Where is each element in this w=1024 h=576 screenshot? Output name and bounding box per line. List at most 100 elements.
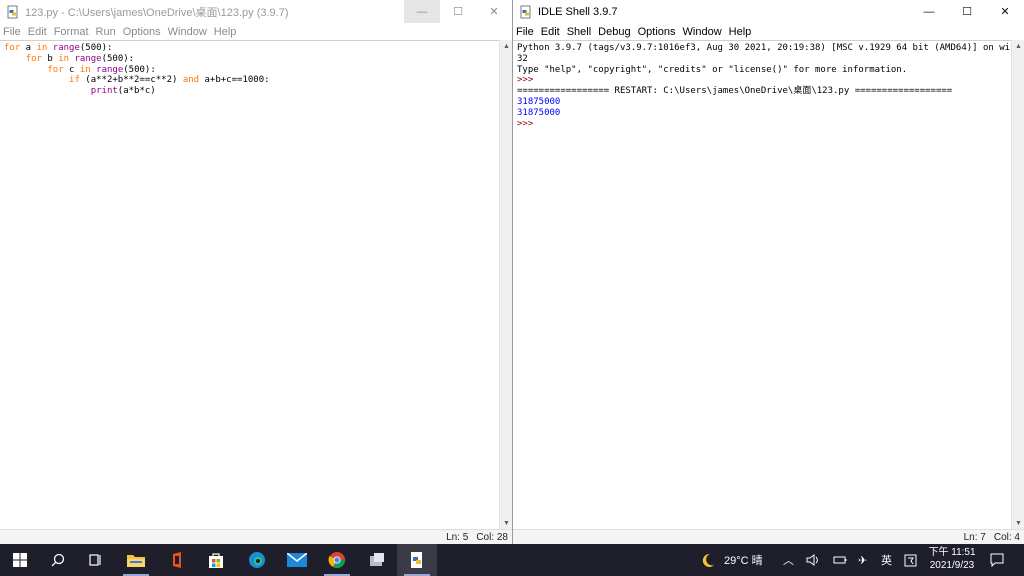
search-button[interactable]	[38, 544, 78, 576]
shell-menu-file[interactable]: File	[516, 26, 534, 38]
shell-titlebar[interactable]: IDLE Shell 3.9.7 — ☐ ✕	[513, 0, 1024, 23]
shell-window[interactable]: IDLE Shell 3.9.7 — ☐ ✕ File Edit Shell D…	[512, 0, 1024, 544]
shell-status-line: Ln: 7	[963, 531, 986, 543]
shell-text-area[interactable]: Python 3.9.7 (tags/v3.9.7:1016ef3, Aug 3…	[513, 40, 1024, 529]
battery-icon	[833, 556, 847, 564]
shell-minimize-button[interactable]: —	[910, 0, 948, 23]
code-token: for	[4, 43, 21, 53]
code-token: print	[90, 86, 118, 97]
edge-browser-icon	[249, 552, 265, 568]
weather-widget[interactable]: 29°C 晴	[700, 544, 763, 576]
code-line: for c in range(500):	[4, 65, 270, 76]
shell-menu-help[interactable]: Help	[729, 26, 752, 38]
code-token: a+b+c==1000:	[199, 75, 270, 86]
taskbar-chrome[interactable]	[317, 544, 357, 576]
scroll-down-icon[interactable]: ▼	[1012, 517, 1024, 529]
editor-scrollbar[interactable]: ▲ ▼	[499, 40, 512, 529]
notification-icon	[990, 553, 1004, 567]
code-line: for a in range(500):	[4, 43, 270, 54]
code-token: c	[63, 64, 80, 75]
shell-output[interactable]: Python 3.9.7 (tags/v3.9.7:1016ef3, Aug 3…	[517, 43, 1016, 129]
taskbar-app[interactable]	[357, 544, 397, 576]
code-token: 31875000	[517, 96, 561, 107]
ime-pad-button[interactable]	[904, 544, 917, 576]
start-button[interactable]	[0, 544, 40, 576]
mail-icon	[287, 553, 307, 567]
clock-date: 2021/9/23	[929, 560, 975, 571]
editor-menubar: File Edit Format Run Options Window Help	[0, 23, 512, 40]
taskbar-office[interactable]	[158, 544, 198, 576]
editor-window[interactable]: 123.py - C:\Users\james\OneDrive\桌面\123.…	[0, 0, 512, 544]
editor-menu-options[interactable]: Options	[123, 26, 161, 38]
code-token: (500):	[79, 43, 113, 53]
notifications-button[interactable]	[990, 544, 1004, 576]
shell-close-button[interactable]: ✕	[986, 0, 1024, 23]
shell-menu-debug[interactable]: Debug	[598, 26, 630, 38]
taskbar-mail[interactable]	[277, 544, 317, 576]
taskbar-store[interactable]	[196, 544, 236, 576]
code-token: Python 3.9.7 (tags/v3.9.7:1016ef3, Aug 3…	[517, 43, 1016, 53]
show-hidden-icons-button[interactable]: ︿	[783, 544, 794, 576]
chrome-icon	[328, 552, 346, 569]
code-token: b	[41, 53, 59, 64]
volume-button[interactable]	[806, 544, 820, 576]
editor-menu-window[interactable]: Window	[168, 26, 207, 38]
editor-menu-help[interactable]: Help	[214, 26, 237, 38]
shell-maximize-button[interactable]: ☐	[948, 0, 986, 23]
editor-menu-format[interactable]: Format	[54, 26, 89, 38]
code-token: in	[79, 64, 91, 75]
shell-menu-options[interactable]: Options	[638, 26, 676, 38]
code-token: if	[69, 75, 80, 86]
shell-menu-shell[interactable]: Shell	[567, 26, 591, 38]
editor-menu-edit[interactable]: Edit	[28, 26, 47, 38]
editor-text-area[interactable]: for a in range(500): for b in range(500)…	[0, 40, 512, 529]
shell-line: 31875000	[517, 108, 1016, 119]
editor-code[interactable]: for a in range(500): for b in range(500)…	[4, 43, 270, 97]
clock-time: 下午 11:51	[928, 547, 976, 558]
taskbar: 29°C 晴 ︿ ✈ 英 下午 11:51 2021/9/23	[0, 544, 1024, 576]
weather-text: 29°C 晴	[724, 555, 763, 567]
task-view-button[interactable]	[76, 544, 116, 576]
editor-close-button[interactable]: ✕	[476, 0, 512, 23]
shell-scrollbar[interactable]: ▲ ▼	[1011, 40, 1024, 529]
taskbar-edge[interactable]	[237, 544, 277, 576]
ime-indicator: 英	[881, 555, 892, 567]
airplane-icon: ✈	[858, 554, 868, 567]
editor-status-line: Ln: 5	[446, 531, 469, 543]
editor-statusbar: Ln: 5 Col: 28	[0, 529, 512, 544]
chevron-up-icon: ︿	[783, 555, 794, 567]
shell-statusbar: Ln: 7 Col: 4	[513, 529, 1024, 544]
airplane-mode-button[interactable]: ✈	[858, 544, 867, 576]
code-token: for	[25, 53, 42, 64]
code-token: (500):	[101, 53, 135, 64]
idle-icon	[520, 5, 531, 18]
folder-icon	[127, 555, 145, 567]
editor-minimize-button[interactable]: —	[404, 0, 440, 23]
code-token: 32	[517, 53, 528, 64]
shell-menu-window[interactable]: Window	[683, 26, 722, 38]
code-token: ================= RESTART: C:\Users\jame…	[517, 86, 953, 97]
moon-icon	[702, 553, 714, 567]
editor-titlebar[interactable]: 123.py - C:\Users\james\OneDrive\桌面\123.…	[0, 0, 512, 23]
clock[interactable]: 下午 11:51 2021/9/23	[922, 546, 982, 572]
store-icon	[209, 553, 223, 568]
shell-line: 31875000	[517, 97, 1016, 108]
input-language-button[interactable]: 英	[881, 544, 892, 576]
idle-icon	[411, 552, 422, 568]
code-token: >>>	[517, 118, 539, 129]
taskbar-file-explorer[interactable]	[116, 544, 156, 576]
editor-menu-file[interactable]: File	[3, 26, 21, 38]
editor-maximize-button[interactable]: ☐	[440, 0, 476, 23]
taskbar-idle[interactable]	[397, 544, 437, 576]
windows-logo-icon	[13, 553, 27, 567]
battery-button[interactable]	[833, 544, 847, 576]
shell-menu-edit[interactable]: Edit	[541, 26, 560, 38]
editor-menu-run[interactable]: Run	[96, 26, 116, 38]
shell-line: Type "help", "copyright", "credits" or "…	[517, 65, 1016, 76]
scroll-up-icon[interactable]: ▲	[1012, 40, 1024, 52]
code-token: for	[47, 64, 64, 75]
